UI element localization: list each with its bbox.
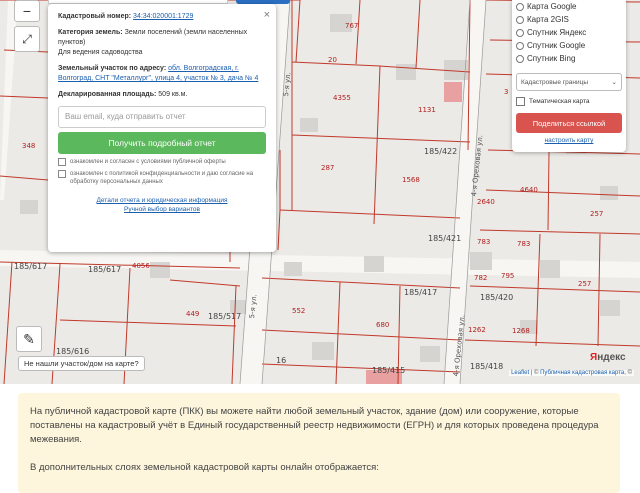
parcel-label: 348 [22, 142, 36, 150]
category-label: Категория земель: [58, 29, 123, 36]
get-report-button[interactable]: Получить подробный отчет [58, 132, 266, 154]
configure-map-link[interactable]: настроить карту [516, 137, 622, 144]
quarter-label: 185/616 [56, 347, 90, 356]
parcel-label: 257 [590, 210, 604, 218]
manual-select-link[interactable]: Ручной выбор вариантов [124, 206, 200, 213]
cadastral-map[interactable]: 185/617 185/617 185/616 185/421 185/417 … [0, 0, 640, 384]
thematic-label: Тематическая карта [529, 98, 590, 105]
layer-option-label: Карта Google [527, 2, 577, 11]
pencil-icon: ✎ [23, 330, 35, 347]
layer-option-google-map[interactable]: Карта Google [516, 0, 622, 13]
notice-paragraph: В дополнительных слоях земельной кадастр… [30, 462, 379, 473]
layer-option-label: Спутник Bing [527, 54, 576, 63]
radio-icon[interactable] [516, 15, 524, 24]
share-link-button[interactable]: Поделиться ссылкой [516, 113, 622, 133]
thematic-map-toggle[interactable]: Тематическая карта [516, 97, 622, 106]
notice-paragraph: На публичной кадастровой карте (ПКК) вы … [30, 406, 599, 445]
fullscreen-button[interactable]: ⤢ [14, 26, 40, 52]
parcel-label: 20 [328, 56, 337, 64]
parcel-label: 1262 [468, 326, 486, 334]
radio-icon[interactable] [516, 28, 524, 37]
parcel-label: 449 [186, 310, 200, 318]
cad-number-row: Кадастровый номер: 34:34:020001:1729 [58, 12, 266, 22]
layer-option-bing-satellite[interactable]: Спутник Bing [516, 52, 622, 65]
consent-offer-checkbox[interactable] [58, 158, 66, 166]
close-icon[interactable]: × [264, 10, 270, 21]
email-placeholder: Ваш email, куда отправить отчет [65, 112, 186, 121]
parcel-label: 783 [517, 240, 531, 248]
consent-privacy-label: ознакомлен с политикой конфиденциальност… [70, 171, 254, 185]
fullscreen-icon: ⤢ [22, 31, 32, 46]
quarter-label: 185/422 [424, 147, 458, 156]
thematic-checkbox[interactable] [516, 97, 525, 106]
popup-footer-links: Детали отчета и юридическая информация Р… [58, 196, 266, 214]
parcel-label: 782 [474, 274, 488, 282]
address-label: Земельный участок по адресу: [58, 65, 167, 72]
layer-option-label: Карта 2GIS [527, 15, 569, 24]
yandex-logo: Яндекс [590, 352, 626, 363]
layer-option-yandex-satellite[interactable]: Спутник Яндекс [516, 26, 622, 39]
quarter-label: 185/421 [428, 234, 462, 243]
consent-privacy-checkbox[interactable] [58, 170, 66, 178]
area-row: Декларированная площадь: 509 кв.м. [58, 90, 266, 100]
consent-offer-label: ознакомлен и согласен с условиями публич… [70, 159, 226, 165]
quarter-label: 185/415 [372, 366, 406, 375]
parcel-label: 783 [477, 238, 491, 246]
layer-option-label: Спутник Яндекс [527, 28, 587, 37]
chevron-down-icon: ⌄ [611, 79, 617, 86]
parcel-label: 552 [292, 307, 306, 315]
overlay-select[interactable]: Кадастровые границы ⌄ [516, 73, 622, 91]
parcel-label: 767 [345, 22, 359, 30]
parcel-label: 795 [501, 272, 515, 280]
leaflet-link[interactable]: Leaflet [511, 370, 529, 376]
parcel-label: 4355 [333, 94, 351, 102]
area-value: 509 кв.м. [158, 91, 188, 98]
report-details-link[interactable]: Детали отчета и юридическая информация [96, 197, 227, 204]
parcel-label: 2640 [477, 198, 495, 206]
quarter-label: 185/418 [470, 362, 504, 371]
consent-privacy[interactable]: ознакомлен с политикой конфиденциальност… [58, 170, 266, 186]
quarter-label: 185/420 [480, 293, 514, 302]
ruler-button[interactable]: ✎ [16, 326, 42, 352]
parcel-label: 287 [321, 164, 335, 172]
map-attribution: Leaflet | © Публичная кадастровая карта,… [509, 370, 634, 376]
parcel-label: 4056 [132, 262, 150, 270]
radio-icon[interactable] [516, 2, 524, 11]
minus-icon: − [22, 3, 32, 19]
address-row: Земельный участок по адресу: обл. Волгог… [58, 64, 266, 84]
radio-icon[interactable] [516, 54, 524, 63]
parcel-label: 1131 [418, 106, 436, 114]
quarter-label: 185/417 [404, 288, 438, 297]
info-notice: На публичной кадастровой карте (ПКК) вы … [18, 393, 620, 493]
parcel-label: 257 [578, 280, 592, 288]
use-value: Для ведения садоводства [58, 49, 143, 56]
radio-icon[interactable] [516, 41, 524, 50]
overlay-select-value: Кадастровые границы [521, 78, 589, 86]
email-field[interactable]: Ваш email, куда отправить отчет [58, 106, 266, 128]
area-label: Декларированная площадь: [58, 91, 157, 98]
layer-option-2gis[interactable]: Карта 2GIS [516, 13, 622, 26]
zoom-out-button[interactable]: − [14, 0, 40, 22]
layer-option-google-satellite[interactable]: Спутник Google [516, 39, 622, 52]
attribution-tail: , © [624, 370, 632, 376]
parcel-label: 1568 [402, 176, 420, 184]
parcel-label: 4640 [520, 186, 538, 194]
parcel-label: 16 [276, 356, 287, 365]
cad-number-label: Кадастровый номер: [58, 13, 132, 20]
quarter-label: 185/617 [14, 262, 48, 271]
parcel-label: 1268 [512, 327, 530, 335]
parcel-info-popup: × Кадастровый номер: 34:34:020001:1729 К… [48, 4, 276, 252]
pkk-link[interactable]: Публичная кадастровая карта [540, 370, 624, 376]
layers-panel: Карта Google Карта 2GIS Спутник Яндекс С… [512, 0, 626, 152]
parcel-label: 680 [376, 321, 390, 329]
consent-offer[interactable]: ознакомлен и согласен с условиями публич… [58, 158, 266, 166]
layer-option-label: Спутник Google [527, 41, 586, 50]
not-found-button[interactable]: Не нашли участок/дом на карте? [18, 356, 145, 371]
cad-number-link[interactable]: 34:34:020001:1729 [133, 13, 193, 20]
parcel-label: 3 [504, 88, 509, 96]
quarter-label: 185/617 [88, 265, 122, 274]
quarter-label: 185/517 [208, 312, 242, 321]
category-row: Категория земель: Земли поселений (земли… [58, 28, 266, 58]
attribution-separator: | © [529, 370, 541, 376]
